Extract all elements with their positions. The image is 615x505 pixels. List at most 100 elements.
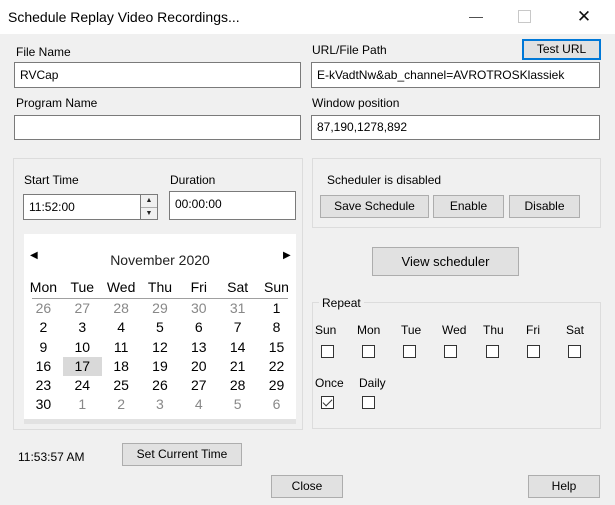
view-scheduler-button[interactable]: View scheduler: [372, 247, 519, 276]
calendar-day[interactable]: 4: [179, 395, 218, 414]
calendar-day[interactable]: 2: [102, 395, 141, 414]
start-time-spinner[interactable]: ▲ ▼: [140, 194, 158, 220]
window-position-input[interactable]: 87,190,1278,892: [311, 115, 600, 140]
program-name-input[interactable]: [14, 115, 301, 140]
maximize-icon[interactable]: [518, 10, 531, 23]
duration-input[interactable]: 00:00:00: [169, 191, 296, 220]
calendar-day[interactable]: 1: [63, 395, 102, 414]
repeat-day-label: Sat: [566, 323, 585, 337]
calendar-day[interactable]: 9: [24, 338, 63, 357]
program-name-label: Program Name: [16, 96, 98, 110]
url-label: URL/File Path: [312, 43, 387, 57]
calendar-day[interactable]: 28: [218, 376, 257, 395]
spin-up-icon[interactable]: ▲: [141, 195, 157, 208]
calendar-day[interactable]: 30: [24, 395, 63, 414]
calendar-day[interactable]: 3: [141, 395, 180, 414]
help-button[interactable]: Help: [528, 475, 600, 498]
calendar-day[interactable]: 14: [218, 338, 257, 357]
repeat-day-checkbox[interactable]: [403, 345, 416, 358]
url-input[interactable]: E-kVadtNw&ab_channel=AVROTROSKlassiek: [311, 62, 600, 88]
calendar-day[interactable]: 25: [102, 376, 141, 395]
test-url-button[interactable]: Test URL: [522, 39, 601, 60]
calendar-day[interactable]: 1: [257, 299, 296, 318]
calendar-day[interactable]: 15: [257, 338, 296, 357]
calendar-day[interactable]: 26: [141, 376, 180, 395]
calendar-day[interactable]: 29: [141, 299, 180, 318]
calendar-day[interactable]: 5: [218, 395, 257, 414]
repeat-group: [312, 302, 601, 429]
calendar-day[interactable]: 5: [141, 318, 180, 337]
calendar-day[interactable]: 13: [179, 338, 218, 357]
calendar-month-title[interactable]: November 2020: [24, 252, 296, 268]
calendar-header: ◀ November 2020 ▶: [24, 234, 296, 278]
start-time-input[interactable]: 11:52:00: [23, 194, 141, 220]
calendar-day[interactable]: 26: [24, 299, 63, 318]
calendar-day[interactable]: 11: [102, 338, 141, 357]
calendar-weekday: Tue: [70, 279, 95, 295]
calendar-weekday: Wed: [106, 279, 136, 295]
close-button[interactable]: Close: [271, 475, 343, 498]
file-name-input[interactable]: RVCap: [14, 62, 301, 88]
calendar-day[interactable]: 28: [102, 299, 141, 318]
window-title: Schedule Replay Video Recordings...: [8, 9, 240, 25]
calendar-day[interactable]: 21: [218, 357, 257, 376]
calendar-day[interactable]: 6: [179, 318, 218, 337]
duration-label: Duration: [170, 173, 216, 187]
repeat-day-label: Thu: [483, 323, 504, 337]
repeat-day-label: Tue: [401, 323, 422, 337]
disable-button[interactable]: Disable: [509, 195, 580, 218]
spin-down-icon[interactable]: ▼: [141, 208, 157, 220]
minimize-icon[interactable]: —: [468, 8, 484, 24]
repeat-day-label: Mon: [357, 323, 381, 337]
calendar-weekday: Thu: [147, 279, 173, 295]
daily-label: Daily: [359, 376, 386, 390]
month-calendar[interactable]: ◀ November 2020 ▶ Mon Tue Wed Thu Fri Sat Sun …: [24, 234, 296, 419]
calendar-day[interactable]: 29: [257, 376, 296, 395]
calendar-day[interactable]: 27: [179, 376, 218, 395]
repeat-day-checkbox[interactable]: [486, 345, 499, 358]
repeat-day-checkbox[interactable]: [444, 345, 457, 358]
close-window-icon[interactable]: ✕: [575, 8, 593, 26]
calendar-day[interactable]: 24: [63, 376, 102, 395]
enable-button[interactable]: Enable: [433, 195, 504, 218]
start-time-label: Start Time: [24, 173, 79, 187]
current-time-display: 11:53:57 AM: [18, 450, 85, 464]
repeat-day-label: Sun: [315, 323, 337, 337]
repeat-label: Repeat: [319, 296, 364, 310]
calendar-day[interactable]: 10: [63, 338, 102, 357]
repeat-day-checkbox[interactable]: [527, 345, 540, 358]
calendar-day[interactable]: 27: [63, 299, 102, 318]
calendar-weekday: Sun: [264, 279, 289, 295]
calendar-day[interactable]: 16: [24, 357, 63, 376]
calendar-day[interactable]: 3: [63, 318, 102, 337]
window-position-label: Window position: [312, 96, 400, 110]
calendar-day[interactable]: 19: [141, 357, 180, 376]
calendar-day[interactable]: 4: [102, 318, 141, 337]
calendar-day[interactable]: 20: [179, 357, 218, 376]
calendar-day[interactable]: 30: [179, 299, 218, 318]
calendar-day[interactable]: 22: [257, 357, 296, 376]
once-checkbox[interactable]: [321, 396, 334, 409]
save-schedule-button[interactable]: Save Schedule: [320, 195, 429, 218]
calendar-day[interactable]: 18: [102, 357, 141, 376]
repeat-day-checkbox[interactable]: [362, 345, 375, 358]
calendar-weekday: Fri: [190, 279, 207, 295]
scheduler-status: Scheduler is disabled: [327, 173, 442, 187]
next-month-icon[interactable]: ▶: [283, 250, 291, 261]
calendar-scrollbar[interactable]: [24, 419, 296, 424]
calendar-day[interactable]: 23: [24, 376, 63, 395]
set-current-time-button[interactable]: Set Current Time: [122, 443, 242, 466]
calendar-day[interactable]: 8: [257, 318, 296, 337]
calendar-day[interactable]: 31: [218, 299, 257, 318]
calendar-day[interactable]: 2: [24, 318, 63, 337]
calendar-day[interactable]: 17: [62, 356, 102, 377]
calendar-day[interactable]: 7: [218, 318, 257, 337]
repeat-day-checkbox[interactable]: [321, 345, 334, 358]
daily-checkbox[interactable]: [362, 396, 375, 409]
file-name-label: File Name: [16, 45, 71, 59]
calendar-day[interactable]: 12: [141, 338, 180, 357]
calendar-day[interactable]: 6: [257, 395, 296, 414]
title-bar: Schedule Replay Video Recordings... — ✕: [0, 0, 615, 34]
repeat-day-label: Fri: [526, 323, 540, 337]
repeat-day-checkbox[interactable]: [568, 345, 581, 358]
